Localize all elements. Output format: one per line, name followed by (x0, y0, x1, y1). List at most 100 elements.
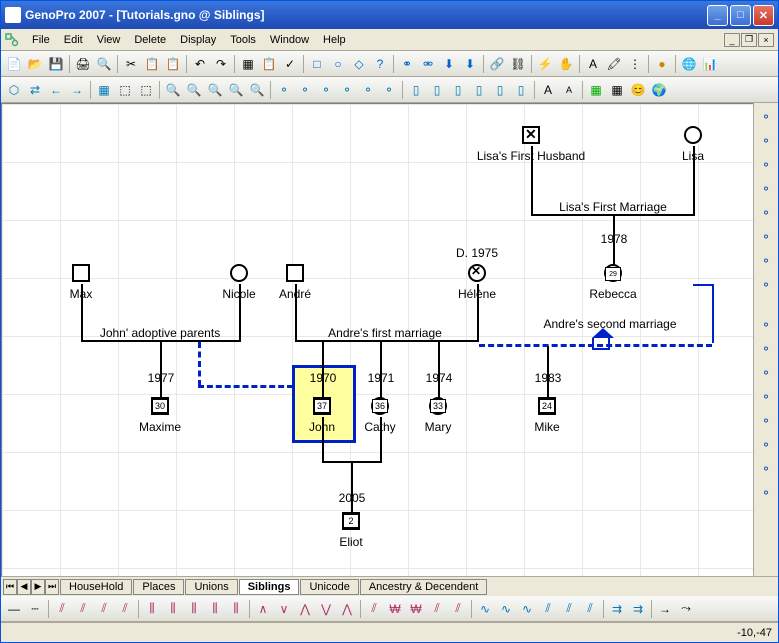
save-button[interactable]: 💾 (46, 54, 66, 74)
arrow-l-button[interactable]: ← (46, 80, 66, 100)
rel-11[interactable]: ⫼ (226, 599, 246, 619)
smiley-button[interactable]: 😊 (628, 80, 648, 100)
rel-13[interactable]: ∨ (274, 599, 294, 619)
grid-button[interactable]: ▦ (94, 80, 114, 100)
rail-btn-3[interactable]: ⚬ (756, 155, 776, 175)
preview-button[interactable]: 🔍 (94, 54, 114, 74)
rel-20[interactable]: ⫽ (427, 599, 447, 619)
female-button[interactable]: ○ (328, 54, 348, 74)
grid-toggle-button[interactable]: ▦ (586, 80, 606, 100)
male-button[interactable]: □ (307, 54, 327, 74)
ind-2[interactable]: ▯ (427, 80, 447, 100)
rail-btn-12[interactable]: ⚬ (756, 387, 776, 407)
mdi-minimize-button[interactable]: _ (724, 33, 740, 47)
rail-btn-2[interactable]: ⚬ (756, 131, 776, 151)
unlink-button[interactable]: ⛓ (508, 54, 528, 74)
rel-23[interactable]: ∿ (496, 599, 516, 619)
rel-31[interactable]: ⤳ (676, 599, 696, 619)
rel-2[interactable]: ┄ (25, 599, 45, 619)
rel-7[interactable]: ⫼ (142, 599, 162, 619)
menu-file[interactable]: File (25, 32, 57, 48)
rail-btn-10[interactable]: ⚬ (756, 339, 776, 359)
zoom-in-button[interactable]: 🔍 (163, 80, 183, 100)
unknown-button[interactable]: ? (370, 54, 390, 74)
rel-3[interactable]: ⫽ (52, 599, 72, 619)
rail-btn-5[interactable]: ⚬ (756, 203, 776, 223)
marker-button[interactable]: 🖍 (604, 54, 624, 74)
redo-button[interactable]: ↷ (211, 54, 231, 74)
arrow-r-button[interactable]: → (67, 80, 87, 100)
geno-4[interactable]: ⚬ (337, 80, 357, 100)
paste-button[interactable]: 📋 (163, 54, 183, 74)
rel-27[interactable]: ⫽ (580, 599, 600, 619)
rel-22[interactable]: ∿ (475, 599, 495, 619)
daughter-button[interactable]: ⬇ (460, 54, 480, 74)
fit-button[interactable]: ⬚ (136, 80, 156, 100)
ind-1[interactable]: ▯ (406, 80, 426, 100)
rel-24[interactable]: ∿ (517, 599, 537, 619)
rel-15[interactable]: ⋁ (316, 599, 336, 619)
print-button[interactable]: 🖨 (73, 54, 93, 74)
rel-4[interactable]: ⫽ (73, 599, 93, 619)
report-button[interactable]: 📊 (700, 54, 720, 74)
pet-button[interactable]: ◇ (349, 54, 369, 74)
andre-node[interactable] (286, 264, 304, 282)
tab-prev-button[interactable]: ◀ (17, 579, 31, 595)
rail-btn-9[interactable]: ⚬ (756, 315, 776, 335)
rel-29[interactable]: ⇉ (628, 599, 648, 619)
rel-10[interactable]: ⫼ (205, 599, 225, 619)
rail-btn-7[interactable]: ⚬ (756, 251, 776, 271)
tab-first-button[interactable]: ⏮ (3, 579, 17, 595)
arrow-lr-button[interactable]: ⇄ (25, 80, 45, 100)
menu-window[interactable]: Window (263, 32, 316, 48)
color-toggle-button[interactable]: ▦ (607, 80, 627, 100)
rel-1[interactable]: — (4, 599, 24, 619)
link-button[interactable]: 🔗 (487, 54, 507, 74)
align-button[interactable]: ⬚ (115, 80, 135, 100)
rail-btn-13[interactable]: ⚬ (756, 411, 776, 431)
ind-4[interactable]: ▯ (469, 80, 489, 100)
rel-18[interactable]: ₩ (385, 599, 405, 619)
rail-btn-1[interactable]: ⚬ (756, 107, 776, 127)
rel-17[interactable]: ⫽ (364, 599, 384, 619)
text-style-button[interactable]: A (538, 80, 558, 100)
tab-unicode[interactable]: Unicode (300, 579, 358, 595)
rel-8[interactable]: ⫼ (163, 599, 183, 619)
rel-21[interactable]: ⫽ (448, 599, 468, 619)
ind-5[interactable]: ▯ (490, 80, 510, 100)
geno-2[interactable]: ⚬ (295, 80, 315, 100)
rail-btn-14[interactable]: ⚬ (756, 435, 776, 455)
lisa-node[interactable] (684, 126, 702, 144)
tab-last-button[interactable]: ⏭ (45, 579, 59, 595)
ind-3[interactable]: ▯ (448, 80, 468, 100)
rel-26[interactable]: ⫽ (559, 599, 579, 619)
geno-1[interactable]: ⚬ (274, 80, 294, 100)
rail-btn-6[interactable]: ⚬ (756, 227, 776, 247)
parents-button[interactable]: ⚮ (418, 54, 438, 74)
mdi-close-button[interactable]: × (758, 33, 774, 47)
son-button[interactable]: ⬇ (439, 54, 459, 74)
tab-household[interactable]: HouseHold (60, 579, 132, 595)
tab-siblings[interactable]: Siblings (239, 579, 300, 595)
menu-display[interactable]: Display (173, 32, 223, 48)
color-button[interactable]: ● (652, 54, 672, 74)
max-node[interactable] (72, 264, 90, 282)
rel-19[interactable]: ₩ (406, 599, 426, 619)
globe-button[interactable]: 🌍 (649, 80, 669, 100)
tab-places[interactable]: Places (133, 579, 184, 595)
rel-16[interactable]: ⋀ (337, 599, 357, 619)
zoom-out-button[interactable]: 🔍 (184, 80, 204, 100)
tab-next-button[interactable]: ▶ (31, 579, 45, 595)
tab-unions[interactable]: Unions (185, 579, 237, 595)
maximize-button[interactable]: □ (730, 5, 751, 26)
undo-button[interactable]: ↶ (190, 54, 210, 74)
close-button[interactable]: ✕ (753, 5, 774, 26)
tab-ancestry[interactable]: Ancestry & Decendent (360, 579, 487, 595)
minimize-button[interactable]: _ (707, 5, 728, 26)
rail-btn-16[interactable]: ⚬ (756, 483, 776, 503)
rail-btn-11[interactable]: ⚬ (756, 363, 776, 383)
nicole-node[interactable] (230, 264, 248, 282)
copy-button[interactable]: 📋 (142, 54, 162, 74)
geno-3[interactable]: ⚬ (316, 80, 336, 100)
rail-btn-15[interactable]: ⚬ (756, 459, 776, 479)
